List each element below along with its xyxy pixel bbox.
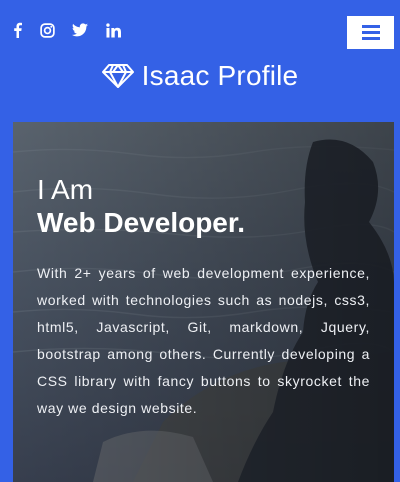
brand-name: Isaac Profile	[141, 60, 299, 91]
instagram-icon	[39, 22, 55, 38]
facebook-link[interactable]	[12, 22, 22, 38]
menu-toggle-button[interactable]	[347, 16, 394, 49]
twitter-icon	[72, 23, 88, 37]
hero-banner: I Am Web Developer. With 2+ years of web…	[13, 122, 394, 482]
instagram-link[interactable]	[39, 22, 55, 38]
hero-title-role: Web Developer.	[37, 207, 246, 238]
hero-title-intro: I Am	[37, 174, 94, 205]
facebook-icon	[13, 22, 22, 38]
brand-logo[interactable]: Isaac Profile	[0, 60, 400, 92]
social-links	[12, 22, 121, 38]
twitter-link[interactable]	[72, 22, 88, 38]
linkedin-icon	[105, 22, 121, 38]
hamburger-icon	[361, 25, 380, 40]
hero-description: With 2+ years of web development experie…	[37, 265, 370, 416]
diamond-icon	[101, 64, 134, 88]
hero-content: I Am Web Developer. With 2+ years of web…	[37, 174, 370, 436]
linkedin-link[interactable]	[105, 22, 121, 38]
